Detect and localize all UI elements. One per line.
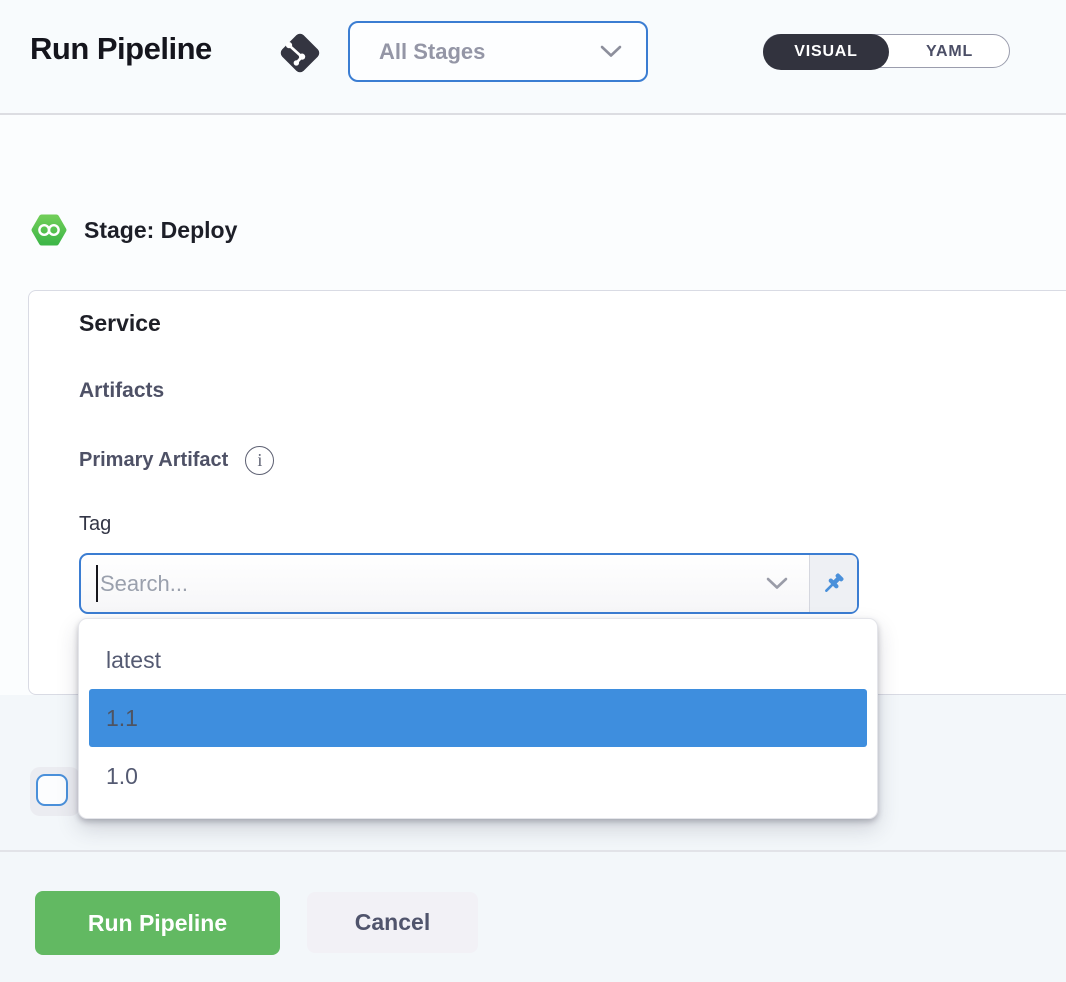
cancel-button[interactable]: Cancel (307, 892, 478, 953)
stage-title: Stage: Deploy (84, 217, 237, 244)
tag-search-input[interactable] (81, 571, 745, 597)
primary-artifact-label: Primary Artifact (79, 449, 228, 472)
all-stages-select-value: All Stages (379, 39, 600, 65)
primary-artifact-row: Primary Artifact i (79, 446, 274, 475)
visual-yaml-toggle: VISUAL YAML (763, 34, 1010, 68)
checkbox[interactable] (36, 774, 68, 806)
git-icon (276, 29, 324, 77)
tag-options-dropdown: latest 1.1 1.0 (78, 618, 878, 819)
dropdown-option[interactable]: 1.0 (89, 747, 867, 805)
tag-select (79, 553, 859, 614)
deploy-stage-icon (31, 212, 67, 248)
artifacts-heading: Artifacts (79, 379, 164, 403)
tag-options-list: latest 1.1 1.0 (79, 631, 877, 805)
all-stages-select[interactable]: All Stages (348, 21, 648, 82)
tag-label: Tag (79, 513, 111, 536)
pin-button[interactable] (809, 555, 857, 612)
chevron-down-icon (766, 577, 788, 590)
stage-header-row: Stage: Deploy (31, 212, 237, 248)
modal-header: Run Pipeline All Stages VISUAL YAML (0, 0, 1066, 115)
tag-input-wrap (81, 555, 745, 612)
checkbox-backing (30, 767, 80, 816)
chevron-down-icon (600, 45, 622, 58)
page-title: Run Pipeline (30, 31, 212, 67)
tab-yaml[interactable]: YAML (890, 35, 1009, 69)
tag-select-chevron-button[interactable] (745, 555, 809, 612)
dropdown-option[interactable]: latest (89, 631, 867, 689)
run-pipeline-button[interactable]: Run Pipeline (35, 891, 280, 955)
tab-visual[interactable]: VISUAL (763, 34, 889, 70)
dropdown-option-highlighted[interactable]: 1.1 (89, 689, 867, 747)
pin-icon (820, 570, 847, 597)
info-icon[interactable]: i (245, 446, 274, 475)
run-pipeline-modal: Run Pipeline All Stages VISUAL YAML (0, 0, 1066, 982)
service-title: Service (79, 310, 161, 337)
footer-divider (0, 850, 1066, 852)
text-caret (96, 565, 98, 602)
